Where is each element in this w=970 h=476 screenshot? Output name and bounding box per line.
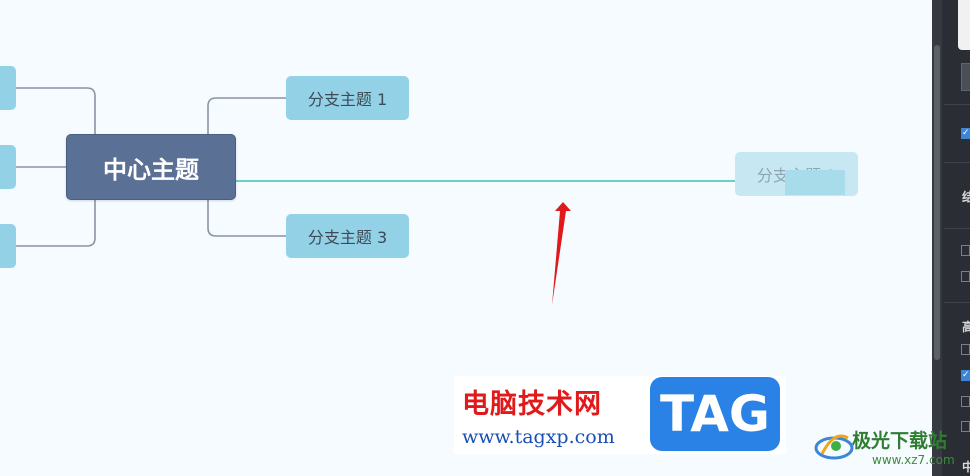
panel-section-label: 高 [962, 320, 970, 334]
watermark-title: 电脑技术网 [462, 389, 602, 420]
panel-checkbox-3[interactable] [961, 271, 970, 282]
panel-preview-box [958, 0, 970, 50]
panel-checkbox-2[interactable] [961, 245, 970, 256]
panel-divider [944, 302, 970, 303]
panel-checkbox-1[interactable]: ✓ [961, 128, 970, 139]
panel-checkbox-4[interactable] [961, 344, 970, 355]
panel-checkbox-6[interactable] [961, 396, 970, 407]
panel-divider [944, 228, 970, 229]
aurora-logo-icon [814, 434, 854, 460]
corner-logo: 极光下载站 www.xz7.com [812, 420, 970, 476]
panel-checkbox-5[interactable]: ✓ [961, 370, 970, 381]
panel-dropdown-button[interactable] [961, 63, 970, 91]
watermark-banner: 电脑技术网 www.tagxp.com TAG [454, 376, 786, 454]
panel-divider [944, 104, 970, 105]
corner-logo-url: www.xz7.com [872, 453, 955, 467]
panel-divider [944, 162, 970, 163]
watermark-url: www.tagxp.com [462, 426, 615, 448]
corner-logo-name: 极光下载站 [852, 430, 948, 452]
panel-section-label: 结 [962, 190, 970, 204]
panel-scrollbar-thumb[interactable] [934, 45, 940, 360]
watermark-tag-logo: TAG [650, 377, 780, 451]
